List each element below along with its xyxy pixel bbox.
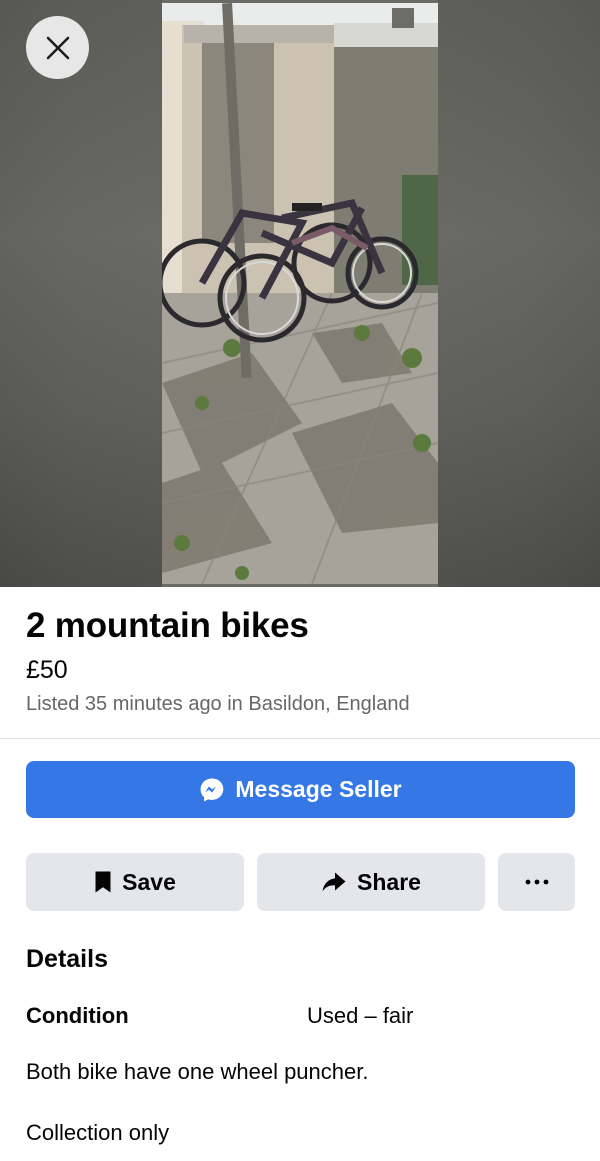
- share-button[interactable]: Share: [257, 853, 485, 911]
- listing-description: Both bike have one wheel puncher.: [26, 1059, 369, 1084]
- photo-blur-left: [0, 0, 162, 587]
- more-dots-icon: [525, 879, 548, 885]
- listing-photo[interactable]: [162, 3, 438, 584]
- action-row: Save Share: [26, 853, 575, 911]
- close-icon: [46, 36, 69, 59]
- close-button[interactable]: [26, 16, 89, 79]
- bookmark-icon: [95, 871, 111, 893]
- divider: [0, 738, 600, 739]
- bike-photo-illustration: [162, 3, 438, 584]
- save-button[interactable]: Save: [26, 853, 244, 911]
- details-heading: Details: [26, 945, 108, 973]
- photo-blur-right: [438, 0, 600, 587]
- listing-photo-viewer: [0, 0, 600, 587]
- share-label: Share: [357, 868, 421, 895]
- save-label: Save: [122, 868, 176, 895]
- condition-value: Used – fair: [307, 1003, 414, 1028]
- listing-meta: Listed 35 minutes ago in Basildon, Engla…: [26, 693, 410, 715]
- message-seller-button[interactable]: Message Seller: [26, 761, 575, 818]
- message-seller-label: Message Seller: [235, 776, 402, 802]
- messenger-icon: [200, 778, 224, 801]
- listing-title: 2 mountain bikes: [26, 606, 309, 645]
- condition-label: Condition: [26, 1003, 129, 1028]
- listing-info: 2 mountain bikes £50 Listed 35 minutes a…: [26, 605, 574, 717]
- collection-note: Collection only: [26, 1120, 170, 1145]
- more-options-button[interactable]: [498, 853, 575, 911]
- share-arrow-icon: [322, 872, 346, 892]
- listing-price: £50: [26, 656, 68, 684]
